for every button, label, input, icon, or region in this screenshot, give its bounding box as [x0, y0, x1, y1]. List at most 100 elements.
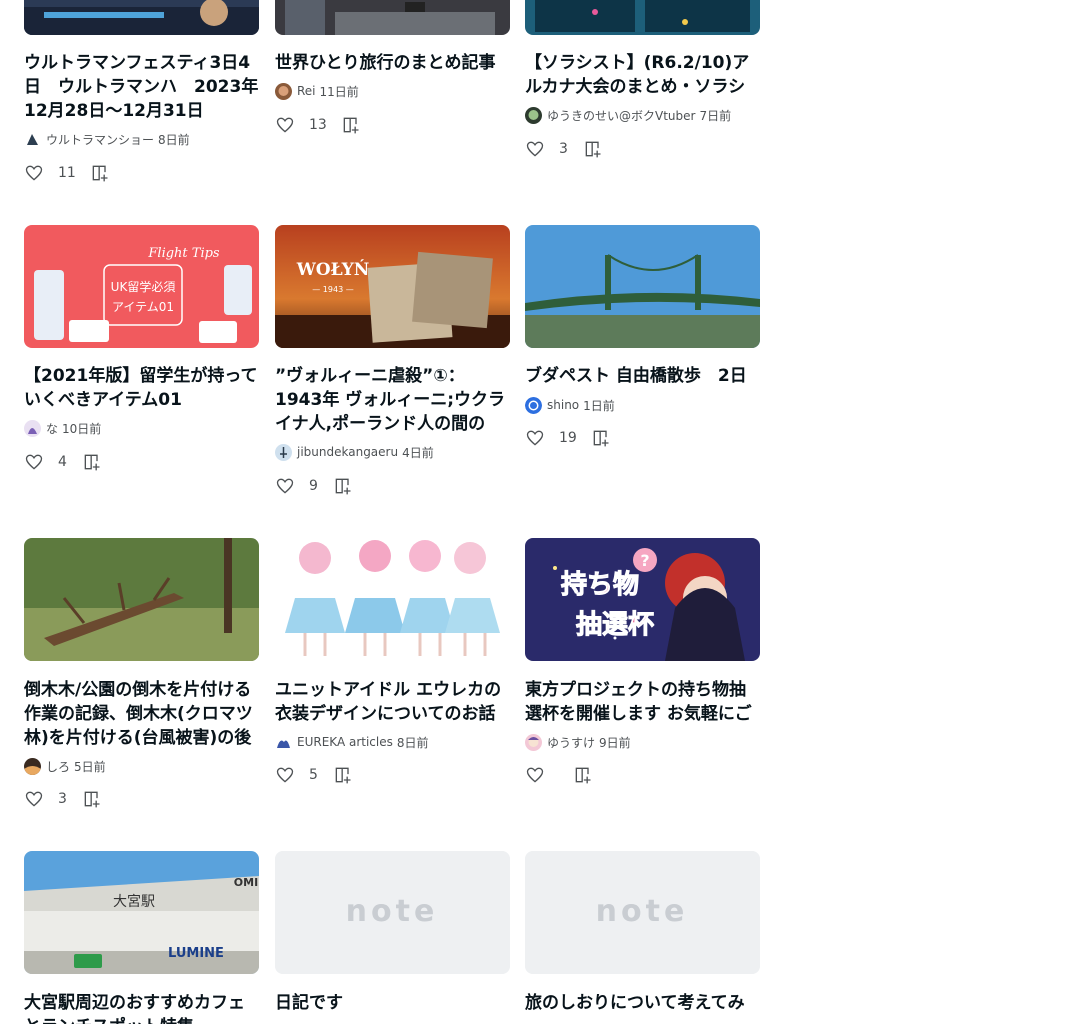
- article-thumbnail[interactable]: Flight Tips UK留学必須 アイテム01: [24, 225, 259, 348]
- article-title[interactable]: ”ヴォルィーニ虐殺”①：1943年 ヴォルィーニ;ウクライナ人,ポーランド人の間…: [275, 364, 510, 436]
- creator-avatar[interactable]: [525, 106, 542, 124]
- like-count: 11: [58, 165, 76, 181]
- publish-time: 10日前: [62, 421, 102, 436]
- heart-icon: [25, 791, 43, 807]
- creator-name[interactable]: な: [46, 420, 58, 437]
- like-button[interactable]: [525, 139, 545, 159]
- like-button[interactable]: [24, 452, 44, 472]
- creator-name[interactable]: しろ: [46, 758, 70, 775]
- article-title[interactable]: ユニットアイドル エウレカの衣装デザインについてのお話しです: [275, 678, 510, 726]
- creator-name[interactable]: ゆうすけ: [547, 734, 595, 751]
- article-thumbnail[interactable]: note: [275, 851, 510, 974]
- article-thumbnail[interactable]: [275, 0, 510, 35]
- publish-time: 1日前: [583, 398, 615, 413]
- magazine-add-icon: [84, 454, 100, 471]
- add-to-magazine-button[interactable]: [82, 789, 102, 809]
- article-thumbnail[interactable]: [275, 538, 510, 661]
- publish-time: 4日前: [402, 445, 434, 460]
- like-button[interactable]: [275, 115, 295, 135]
- article-actions: 13: [275, 113, 361, 137]
- magazine-add-icon: [585, 141, 601, 158]
- article-title[interactable]: ブダペスト 自由橋散歩 2日目の旅記録: [525, 364, 760, 388]
- article-actions: [525, 763, 593, 787]
- magazine-add-icon: [575, 767, 591, 784]
- article-title[interactable]: 【2021年版】留学生が持っていくべきアイテム01: [24, 364, 259, 412]
- article-title[interactable]: 旅のしおりについて考えてみました: [525, 991, 760, 1015]
- thumb-label: OMI: [234, 876, 258, 889]
- thumb-title-text: WOŁYŃ: [296, 259, 370, 280]
- article-meta: Rei 11日前: [275, 80, 359, 102]
- article-meta: ゆうきのせい@ボクVtuber 7日前: [525, 104, 731, 126]
- like-count: 4: [58, 454, 67, 470]
- add-to-magazine-button[interactable]: [573, 765, 593, 785]
- article-meta: EUREKA articles 8日前: [275, 731, 429, 753]
- article-thumbnail[interactable]: [24, 538, 259, 661]
- article-thumbnail[interactable]: [525, 0, 760, 35]
- note-logo: note: [596, 894, 689, 929]
- svg-text:?: ?: [640, 551, 649, 570]
- add-to-magazine-button[interactable]: [90, 163, 110, 183]
- creator-name[interactable]: jibundekangaeru: [297, 445, 398, 459]
- publish-time: 7日前: [699, 108, 732, 123]
- article-meta: ウルトラマンショー 8日前: [24, 128, 190, 150]
- heart-icon: [276, 478, 294, 494]
- heart-icon: [526, 767, 544, 783]
- publish-time: 9日前: [599, 735, 631, 750]
- article-thumbnail[interactable]: 大宮駅 OMI LUMINE: [24, 851, 259, 974]
- like-button[interactable]: [275, 765, 295, 785]
- article-thumbnail[interactable]: [24, 0, 259, 35]
- like-count: 5: [309, 767, 318, 783]
- article-title[interactable]: 倒木木/公園の倒木を片付ける作業の記録、倒木木(クロマツ林)を片付ける(台風被害…: [24, 678, 259, 750]
- add-to-magazine-button[interactable]: [591, 428, 611, 448]
- like-count: 19: [559, 430, 577, 446]
- like-button[interactable]: [525, 765, 545, 785]
- article-actions: 5: [275, 763, 353, 787]
- article-title[interactable]: 【ソラシスト】(R6.2/10)アルカナ大会のまとめ・ソラシストのF枠について: [525, 51, 760, 99]
- article-thumbnail[interactable]: [525, 225, 760, 348]
- article-title[interactable]: ウルトラマンフェスティ3日4日 ウルトラマンハ 2023年12月28日～12月3…: [24, 51, 259, 123]
- creator-avatar[interactable]: [525, 733, 542, 751]
- creator-avatar[interactable]: [275, 443, 292, 461]
- heart-icon: [526, 141, 544, 157]
- like-count: 3: [559, 141, 568, 157]
- add-to-magazine-button[interactable]: [82, 452, 102, 472]
- article-title[interactable]: 大宮駅周辺のおすすめカフェとランチスポット特集: [24, 991, 259, 1024]
- magazine-add-icon: [335, 478, 351, 495]
- thumb-label: LUMINE: [168, 946, 224, 961]
- add-to-magazine-button[interactable]: [341, 115, 361, 135]
- creator-avatar[interactable]: [24, 130, 41, 148]
- creator-avatar[interactable]: [275, 82, 292, 100]
- heart-icon: [276, 117, 294, 133]
- add-to-magazine-button[interactable]: [333, 476, 353, 496]
- magazine-add-icon: [335, 767, 351, 784]
- thumb-title-text: 抽選杯: [576, 610, 654, 640]
- like-count: 3: [58, 791, 67, 807]
- like-button[interactable]: [275, 476, 295, 496]
- like-button[interactable]: [525, 428, 545, 448]
- creator-avatar[interactable]: [24, 757, 41, 775]
- article-title[interactable]: 東方プロジェクトの持ち物抽選杯を開催します お気軽にご参加ください: [525, 678, 760, 726]
- creator-name[interactable]: ウルトラマンショー: [46, 131, 154, 148]
- add-to-magazine-button[interactable]: [333, 765, 353, 785]
- thumb-label: — 1943 —: [312, 285, 353, 294]
- note-logo: note: [346, 894, 439, 929]
- heart-icon: [526, 430, 544, 446]
- article-title[interactable]: 日記です: [275, 991, 510, 1015]
- creator-name[interactable]: EUREKA articles: [297, 735, 393, 749]
- thumb-label: アイテム01: [112, 300, 174, 314]
- creator-name[interactable]: Rei: [297, 84, 316, 98]
- creator-avatar[interactable]: [525, 396, 542, 414]
- article-thumbnail[interactable]: note: [525, 851, 760, 974]
- article-title[interactable]: 世界ひとり旅行のまとめ記事: [275, 51, 510, 75]
- article-meta: shino 1日前: [525, 394, 615, 416]
- like-button[interactable]: [24, 163, 44, 183]
- article-meta: しろ 5日前: [24, 755, 106, 777]
- creator-name[interactable]: shino: [547, 398, 579, 412]
- creator-name[interactable]: ゆうきのせい@ボクVtuber: [547, 107, 695, 124]
- article-thumbnail[interactable]: WOŁYŃ — 1943 —: [275, 225, 510, 348]
- article-thumbnail[interactable]: 持ち物 抽選杯 ?: [525, 538, 760, 661]
- creator-avatar[interactable]: [275, 733, 292, 751]
- like-button[interactable]: [24, 789, 44, 809]
- add-to-magazine-button[interactable]: [583, 139, 603, 159]
- creator-avatar[interactable]: [24, 419, 41, 437]
